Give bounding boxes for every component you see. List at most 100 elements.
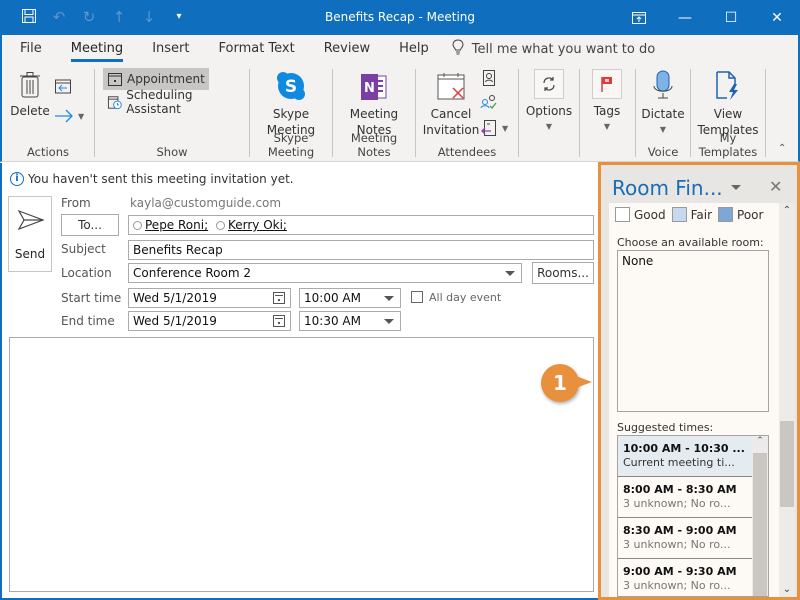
to-field[interactable]: Pepe Roni; Kerry Oki; — [128, 215, 594, 235]
room-list[interactable]: None — [617, 250, 769, 412]
group-label-actions: Actions — [26, 145, 69, 159]
scheduling-assistant-button[interactable]: Scheduling Assistant — [103, 88, 249, 116]
end-date-field[interactable]: Wed 5/1/2019 — [128, 311, 291, 331]
pane-scrollbar[interactable]: ⌃ ⌄ — [779, 203, 795, 597]
recipient[interactable]: Pepe Roni; — [133, 216, 208, 234]
tab-review[interactable]: Review — [316, 35, 378, 63]
chevron-down-icon[interactable] — [384, 319, 394, 324]
tab-meeting[interactable]: Meeting — [63, 35, 131, 63]
calendar-icon[interactable] — [273, 315, 285, 327]
close-icon[interactable]: ✕ — [754, 0, 800, 35]
tab-file[interactable]: File — [12, 35, 50, 63]
trash-icon — [20, 72, 40, 98]
suggested-time-item[interactable]: 10:00 AM - 10:30 ... Current meeting ti..… — [618, 436, 752, 477]
room-finder-pane: Room Fin... ✕ Good Fair Poor Choose an a… — [598, 162, 800, 600]
cancel-invitation-button[interactable]: Cancel Invitation — [420, 72, 482, 138]
scroll-down-icon[interactable]: ⌄ — [779, 584, 795, 595]
send-button[interactable]: Send — [8, 196, 52, 272]
scroll-up-icon[interactable]: ⌃ — [752, 436, 768, 452]
legend-swatch — [615, 207, 630, 222]
pane-options-icon[interactable] — [731, 185, 741, 190]
suggested-time-item[interactable]: 9:00 AM - 9:30 AM 3 unknown; No ro... — [618, 559, 752, 596]
chevron-down-icon[interactable] — [505, 271, 515, 276]
rooms-button[interactable]: Rooms... — [532, 262, 594, 284]
availability-legend: Good Fair Poor — [615, 207, 763, 222]
response-options-button[interactable]: ▼ — [480, 119, 508, 137]
end-date-value: Wed 5/1/2019 — [133, 314, 217, 328]
start-date-field[interactable]: Wed 5/1/2019 — [128, 288, 291, 308]
tags-label: Tags — [593, 104, 621, 118]
scrollbar-thumb[interactable] — [753, 453, 767, 596]
recipient[interactable]: Kerry Oki; — [215, 216, 287, 234]
location-label: Location — [61, 266, 112, 280]
dictate-button[interactable]: Dictate ▼ — [638, 70, 688, 138]
minimize-icon[interactable]: — — [662, 0, 708, 35]
address-book-icon[interactable] — [481, 69, 497, 90]
meeting-notes-button[interactable]: N Meeting Notes — [339, 72, 409, 138]
legend-poor: Poor — [718, 207, 763, 222]
scroll-up-icon[interactable]: ⌃ — [779, 205, 795, 216]
calendar-icon[interactable] — [273, 292, 285, 304]
send-icon — [17, 209, 45, 231]
group-meeting-notes: N Meeting Notes Meeting Notes — [333, 63, 415, 162]
all-day-checkbox[interactable] — [411, 291, 423, 303]
info-bar: i You haven't sent this meeting invitati… — [10, 172, 294, 186]
maximize-icon[interactable]: ☐ — [708, 0, 754, 35]
tab-help[interactable]: Help — [391, 35, 437, 63]
svg-text:S: S — [285, 77, 297, 97]
chevron-down-icon: ▼ — [502, 123, 509, 133]
skype-icon: S — [277, 72, 305, 100]
tab-format-text[interactable]: Format Text — [210, 35, 302, 63]
group-label-my-templates: My Templates — [698, 131, 758, 159]
suggested-time-item[interactable]: 8:30 AM - 9:00 AM 3 unknown; No ro... — [618, 518, 752, 559]
tags-button[interactable]: Tags ▼ — [584, 69, 630, 135]
templates-icon — [716, 71, 738, 100]
close-pane-icon[interactable]: ✕ — [769, 177, 782, 196]
tab-insert[interactable]: Insert — [144, 35, 197, 63]
subject-field[interactable]: Benefits Recap — [128, 240, 594, 260]
suggested-times-list[interactable]: 10:00 AM - 10:30 ... Current meeting ti..… — [617, 435, 769, 597]
delete-button[interactable]: Delete — [10, 71, 50, 119]
chevron-down-icon[interactable] — [384, 296, 394, 301]
collapse-ribbon-icon[interactable]: ⌃ — [778, 143, 786, 154]
appointment-label: Appointment — [127, 72, 205, 86]
chevron-down-icon: ▼ — [603, 122, 611, 131]
check-names-icon[interactable] — [480, 94, 498, 115]
group-tags: Tags ▼ — [580, 63, 635, 162]
legend-good: Good — [615, 207, 666, 222]
svg-text:N: N — [364, 81, 375, 96]
choose-room-label: Choose an available room: — [617, 236, 764, 249]
skype-label-1: Skype — [272, 107, 310, 121]
end-time-field[interactable]: 10:30 AM — [299, 311, 401, 331]
response-options-icon — [481, 120, 496, 136]
suggested-times-label: Suggested times: — [617, 421, 714, 434]
to-button[interactable]: To... — [61, 214, 119, 236]
microphone-icon — [653, 70, 673, 99]
appointment-icon — [108, 73, 122, 86]
tell-me-search[interactable]: Tell me what you want to do — [452, 39, 655, 59]
suggested-time-item[interactable]: 8:00 AM - 8:30 AM 3 unknown; No ro... — [618, 477, 752, 518]
group-attendees: Cancel Invitation ▼ Attendees — [416, 63, 518, 162]
tell-me-text: Tell me what you want to do — [471, 41, 656, 57]
group-label-meeting-notes: Meeting Notes — [350, 131, 398, 159]
skype-meeting-button[interactable]: S Skype Meeting — [256, 70, 326, 138]
start-date-value: Wed 5/1/2019 — [133, 291, 217, 305]
calendar-back-icon[interactable] — [54, 77, 72, 98]
scrollbar-thumb[interactable] — [780, 421, 794, 507]
forward-button[interactable]: ▼ — [54, 109, 84, 123]
group-label-show: Show — [156, 145, 188, 159]
delete-label: Delete — [10, 104, 50, 118]
start-time-field[interactable]: 10:00 AM — [299, 288, 401, 308]
group-label-voice: Voice — [647, 145, 679, 159]
options-button[interactable]: Options ▼ — [525, 69, 573, 135]
group-actions: Delete ▼ Actions — [2, 63, 94, 162]
view-templates-button[interactable]: View Templates — [695, 70, 761, 138]
suggested-times-scrollbar[interactable]: ⌃ — [752, 436, 768, 596]
location-field[interactable]: Conference Room 2 — [128, 263, 522, 283]
room-option[interactable]: None — [622, 254, 764, 268]
from-label: From — [61, 196, 91, 210]
message-body[interactable] — [9, 337, 594, 592]
appointment-button[interactable]: Appointment — [103, 68, 209, 90]
chevron-down-icon: ▼ — [659, 125, 667, 134]
ribbon-display-options-icon[interactable] — [616, 0, 662, 35]
